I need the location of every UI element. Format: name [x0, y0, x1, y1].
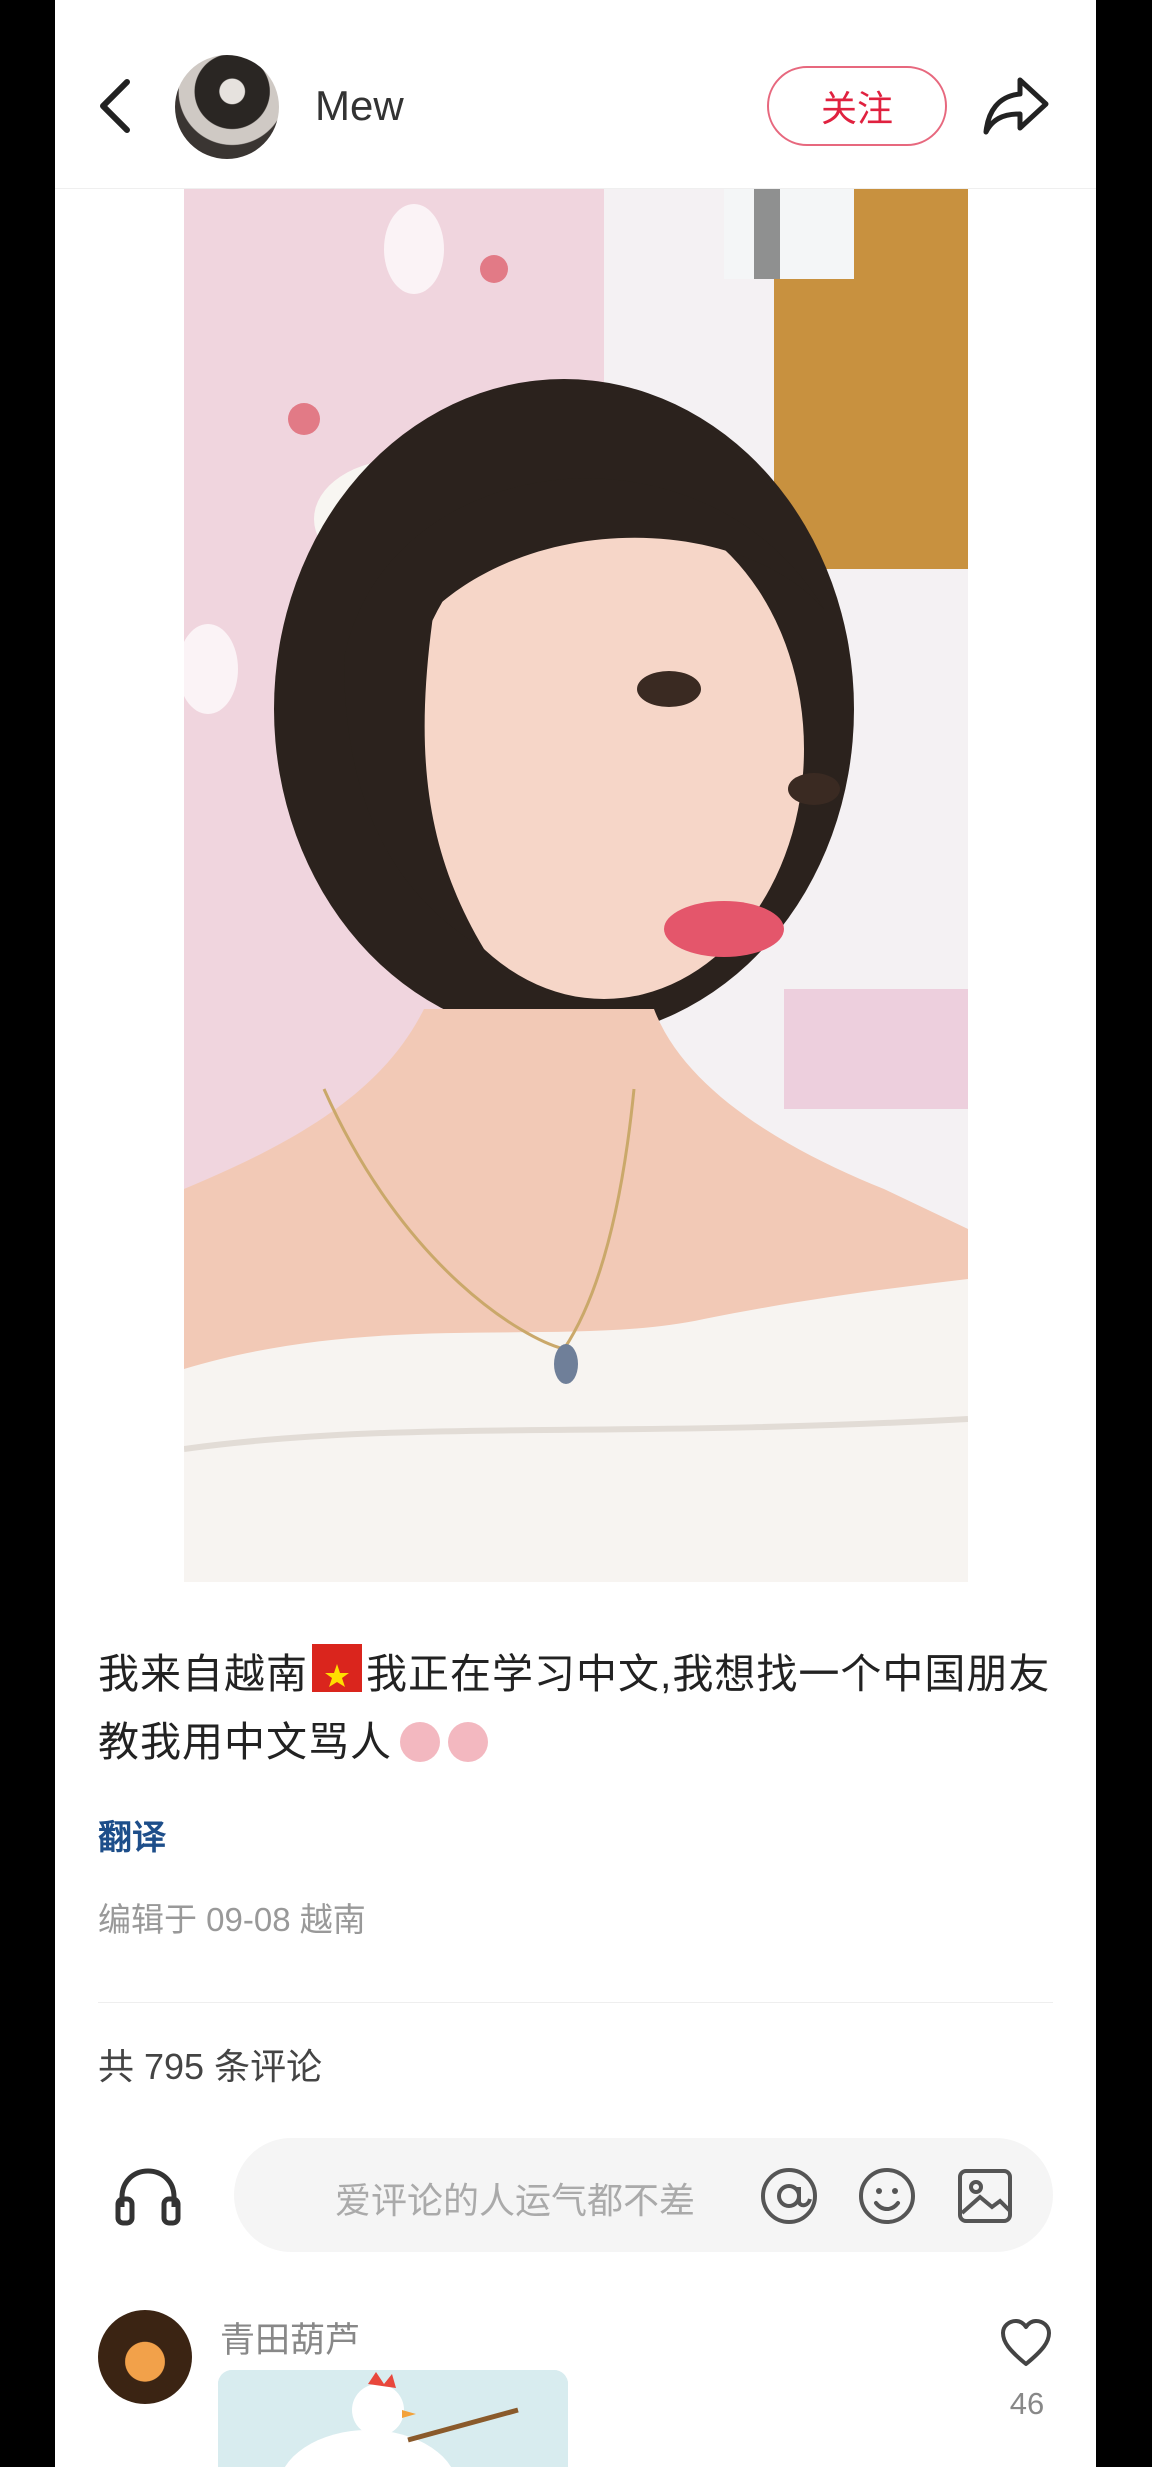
crying-emoji-icon — [448, 1722, 488, 1762]
portrait-image — [184, 189, 968, 1582]
chicken-sticker — [218, 2370, 568, 2467]
image-icon — [958, 2169, 1012, 2223]
post-photo[interactable] — [184, 189, 968, 1582]
commenter-avatar[interactable] — [98, 2310, 192, 2404]
divider — [98, 2002, 1053, 2003]
image-button[interactable] — [954, 2165, 1016, 2227]
follow-button[interactable]: 关注 — [767, 66, 947, 146]
commenter-name[interactable]: 青田葫芦 — [220, 2312, 360, 2363]
comment-input-box[interactable]: 爱评论的人运气都不差 — [234, 2138, 1053, 2252]
top-bar: Mew 关注 — [55, 0, 1096, 189]
like-count: 46 — [1009, 2386, 1045, 2421]
listen-button[interactable] — [112, 2163, 184, 2229]
emoji-button[interactable] — [856, 2165, 918, 2227]
post-caption: 我来自越南 我正在学习中文,我想找一个中国朋友教我用中文骂人 — [98, 1640, 1058, 1776]
comment-sticker-image[interactable] — [218, 2370, 568, 2467]
heart-icon — [1001, 2319, 1051, 2366]
comment-count: 共 795 条评论 — [98, 2046, 323, 2087]
share-icon — [983, 77, 1049, 135]
caption-text-part1: 我来自越南 — [98, 1651, 308, 1697]
back-icon — [100, 79, 130, 133]
comment-input-placeholder[interactable]: 爱评论的人运气都不差 — [335, 2172, 695, 2224]
author-name[interactable]: Mew — [315, 82, 404, 130]
headphone-icon — [115, 2168, 181, 2226]
emoji-icon — [859, 2168, 915, 2224]
author-avatar[interactable] — [175, 55, 279, 159]
post-meta: 编辑于 09-08 越南 — [98, 1901, 366, 1938]
mention-button[interactable] — [758, 2165, 820, 2227]
like-button[interactable] — [999, 2318, 1053, 2368]
vietnam-flag-icon — [312, 1644, 362, 1692]
post-screen: Mew 关注 我来自越南 我正在学习中文,我想找一个中国朋友教我用中文骂人 翻译… — [55, 0, 1096, 2467]
at-icon — [761, 2168, 817, 2224]
translate-link[interactable]: 翻译 — [98, 1810, 166, 1859]
share-button[interactable] — [980, 72, 1052, 140]
crying-emoji-icon — [400, 1722, 440, 1762]
back-button[interactable] — [85, 70, 141, 142]
